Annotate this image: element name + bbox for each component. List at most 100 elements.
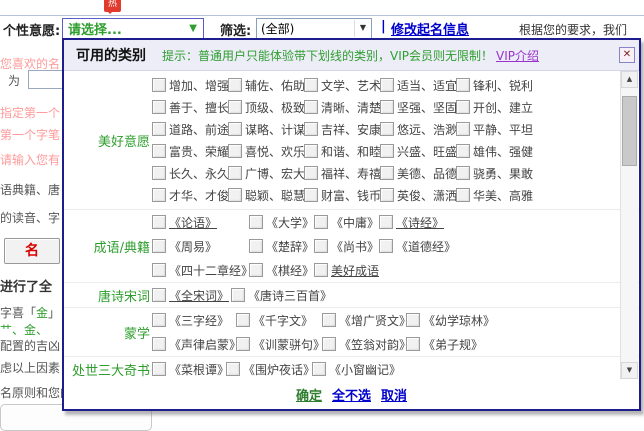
checkbox[interactable] [304, 166, 318, 180]
category-item[interactable]: 雄伟、强健 [456, 143, 532, 160]
background-input[interactable] [28, 70, 64, 89]
checkbox[interactable] [456, 100, 470, 114]
checkbox[interactable] [456, 166, 470, 180]
checkbox[interactable] [152, 166, 166, 180]
checkbox[interactable] [304, 188, 318, 202]
modify-naming-info-link[interactable]: 修改起名信息 [391, 19, 469, 38]
checkbox[interactable] [152, 78, 166, 92]
category-item[interactable]: 《道德经》 [379, 238, 456, 255]
confirm-button[interactable]: 确定 [296, 385, 322, 404]
category-item[interactable]: 吉祥、安康 [304, 121, 380, 138]
category-item[interactable]: 《小窗幽记》 [312, 361, 401, 378]
checkbox[interactable] [249, 239, 263, 253]
checkbox[interactable] [380, 144, 394, 158]
filter-select[interactable]: (全部) ▼ [256, 18, 372, 39]
checkbox[interactable] [231, 288, 245, 302]
category-item[interactable]: 《三字经》 [152, 312, 236, 329]
category-item[interactable]: 兴盛、旺盛 [380, 143, 456, 160]
deselect-all-button[interactable]: 全不选 [332, 385, 371, 404]
checkbox[interactable] [228, 144, 242, 158]
checkbox[interactable] [380, 100, 394, 114]
checkbox[interactable] [304, 78, 318, 92]
scrollbar-thumb[interactable] [622, 96, 637, 166]
category-item[interactable]: 长久、永久 [152, 165, 228, 182]
checkbox[interactable] [322, 337, 336, 351]
category-item[interactable]: 福祥、寿禧 [304, 165, 380, 182]
checkbox[interactable] [249, 263, 263, 277]
checkbox[interactable] [152, 144, 166, 158]
checkbox[interactable] [228, 78, 242, 92]
checkbox[interactable] [304, 100, 318, 114]
checkbox[interactable] [228, 188, 242, 202]
checkbox[interactable] [249, 215, 263, 229]
category-item[interactable]: 华美、高雅 [456, 187, 532, 204]
checkbox[interactable] [379, 215, 393, 229]
checkbox[interactable] [380, 122, 394, 136]
category-item[interactable]: 辅佐、佑助 [228, 77, 304, 94]
category-item[interactable]: 《增广贤文》 [322, 312, 406, 329]
checkbox[interactable] [322, 313, 336, 327]
category-item[interactable]: 清晰、清楚 [304, 99, 380, 116]
category-item[interactable]: 《诗经》 [379, 214, 444, 231]
checkbox[interactable] [152, 215, 166, 229]
checkbox[interactable] [152, 362, 166, 376]
checkbox[interactable] [152, 337, 166, 351]
scroll-up-icon[interactable]: ▲ [621, 71, 638, 88]
category-item[interactable]: 悠远、浩渺 [380, 121, 456, 138]
category-item[interactable]: 《训蒙骈句》 [236, 336, 322, 353]
category-item[interactable]: 《弟子规》 [406, 336, 483, 353]
category-item[interactable]: 《唐诗三百首》 [231, 287, 332, 304]
checkbox[interactable] [406, 313, 420, 327]
checkbox[interactable] [152, 239, 166, 253]
checkbox[interactable] [228, 100, 242, 114]
category-item[interactable]: 《千字文》 [236, 312, 322, 329]
checkbox[interactable] [314, 215, 328, 229]
category-item[interactable]: 平静、平坦 [456, 121, 532, 138]
category-item[interactable]: 适当、适宜 [380, 77, 456, 94]
category-item[interactable]: 《围炉夜话》 [226, 361, 312, 378]
checkbox[interactable] [152, 122, 166, 136]
checkbox[interactable] [312, 362, 326, 376]
category-item[interactable]: 谋略、计谋 [228, 121, 304, 138]
category-item[interactable]: 和谐、和睦 [304, 143, 380, 160]
checkbox[interactable] [226, 362, 240, 376]
category-item[interactable]: 《声律启蒙》 [152, 336, 236, 353]
category-item[interactable]: 《周易》 [152, 238, 249, 255]
category-item[interactable]: 《笠翁对韵》 [322, 336, 406, 353]
category-item[interactable]: 文学、艺术 [304, 77, 380, 94]
category-item[interactable]: 《幼学琼林》 [406, 312, 495, 329]
cancel-button[interactable]: 取消 [381, 385, 407, 404]
category-item[interactable]: 增加、增强 [152, 77, 228, 94]
checkbox[interactable] [456, 78, 470, 92]
category-item[interactable]: 《楚辞》 [249, 238, 314, 255]
checkbox[interactable] [314, 239, 328, 253]
checkbox[interactable] [152, 188, 166, 202]
checkbox[interactable] [456, 144, 470, 158]
checkbox[interactable] [380, 166, 394, 180]
category-item[interactable]: 广博、宏大 [228, 165, 304, 182]
category-item[interactable]: 锋利、锐利 [456, 77, 532, 94]
category-item[interactable]: 聪颖、聪慧 [228, 187, 304, 204]
checkbox[interactable] [228, 166, 242, 180]
checkbox[interactable] [456, 188, 470, 202]
checkbox[interactable] [304, 144, 318, 158]
category-item[interactable]: 《大学》 [249, 214, 314, 231]
category-item[interactable]: 骁勇、果敢 [456, 165, 532, 182]
category-item[interactable]: 富贵、荣耀 [152, 143, 228, 160]
checkbox[interactable] [152, 313, 166, 327]
category-item[interactable]: 喜悦、欢乐 [228, 143, 304, 160]
checkbox[interactable] [380, 78, 394, 92]
category-item[interactable]: 《菜根谭》 [152, 361, 226, 378]
checkbox[interactable] [456, 122, 470, 136]
category-item[interactable]: 《尚书》 [314, 238, 379, 255]
checkbox[interactable] [380, 188, 394, 202]
category-item[interactable]: 《四十二章经》 [152, 262, 249, 279]
category-item[interactable]: 美德、品德 [380, 165, 456, 182]
category-item[interactable]: 道路、前途 [152, 121, 228, 138]
checkbox[interactable] [228, 122, 242, 136]
close-icon[interactable]: ✕ [619, 47, 635, 63]
category-item[interactable]: 美好成语 [314, 262, 379, 279]
category-item[interactable]: 财富、钱币 [304, 187, 380, 204]
category-item[interactable]: 顶级、极致 [228, 99, 304, 116]
scrollbar[interactable]: ▲ ▼ [620, 71, 638, 379]
